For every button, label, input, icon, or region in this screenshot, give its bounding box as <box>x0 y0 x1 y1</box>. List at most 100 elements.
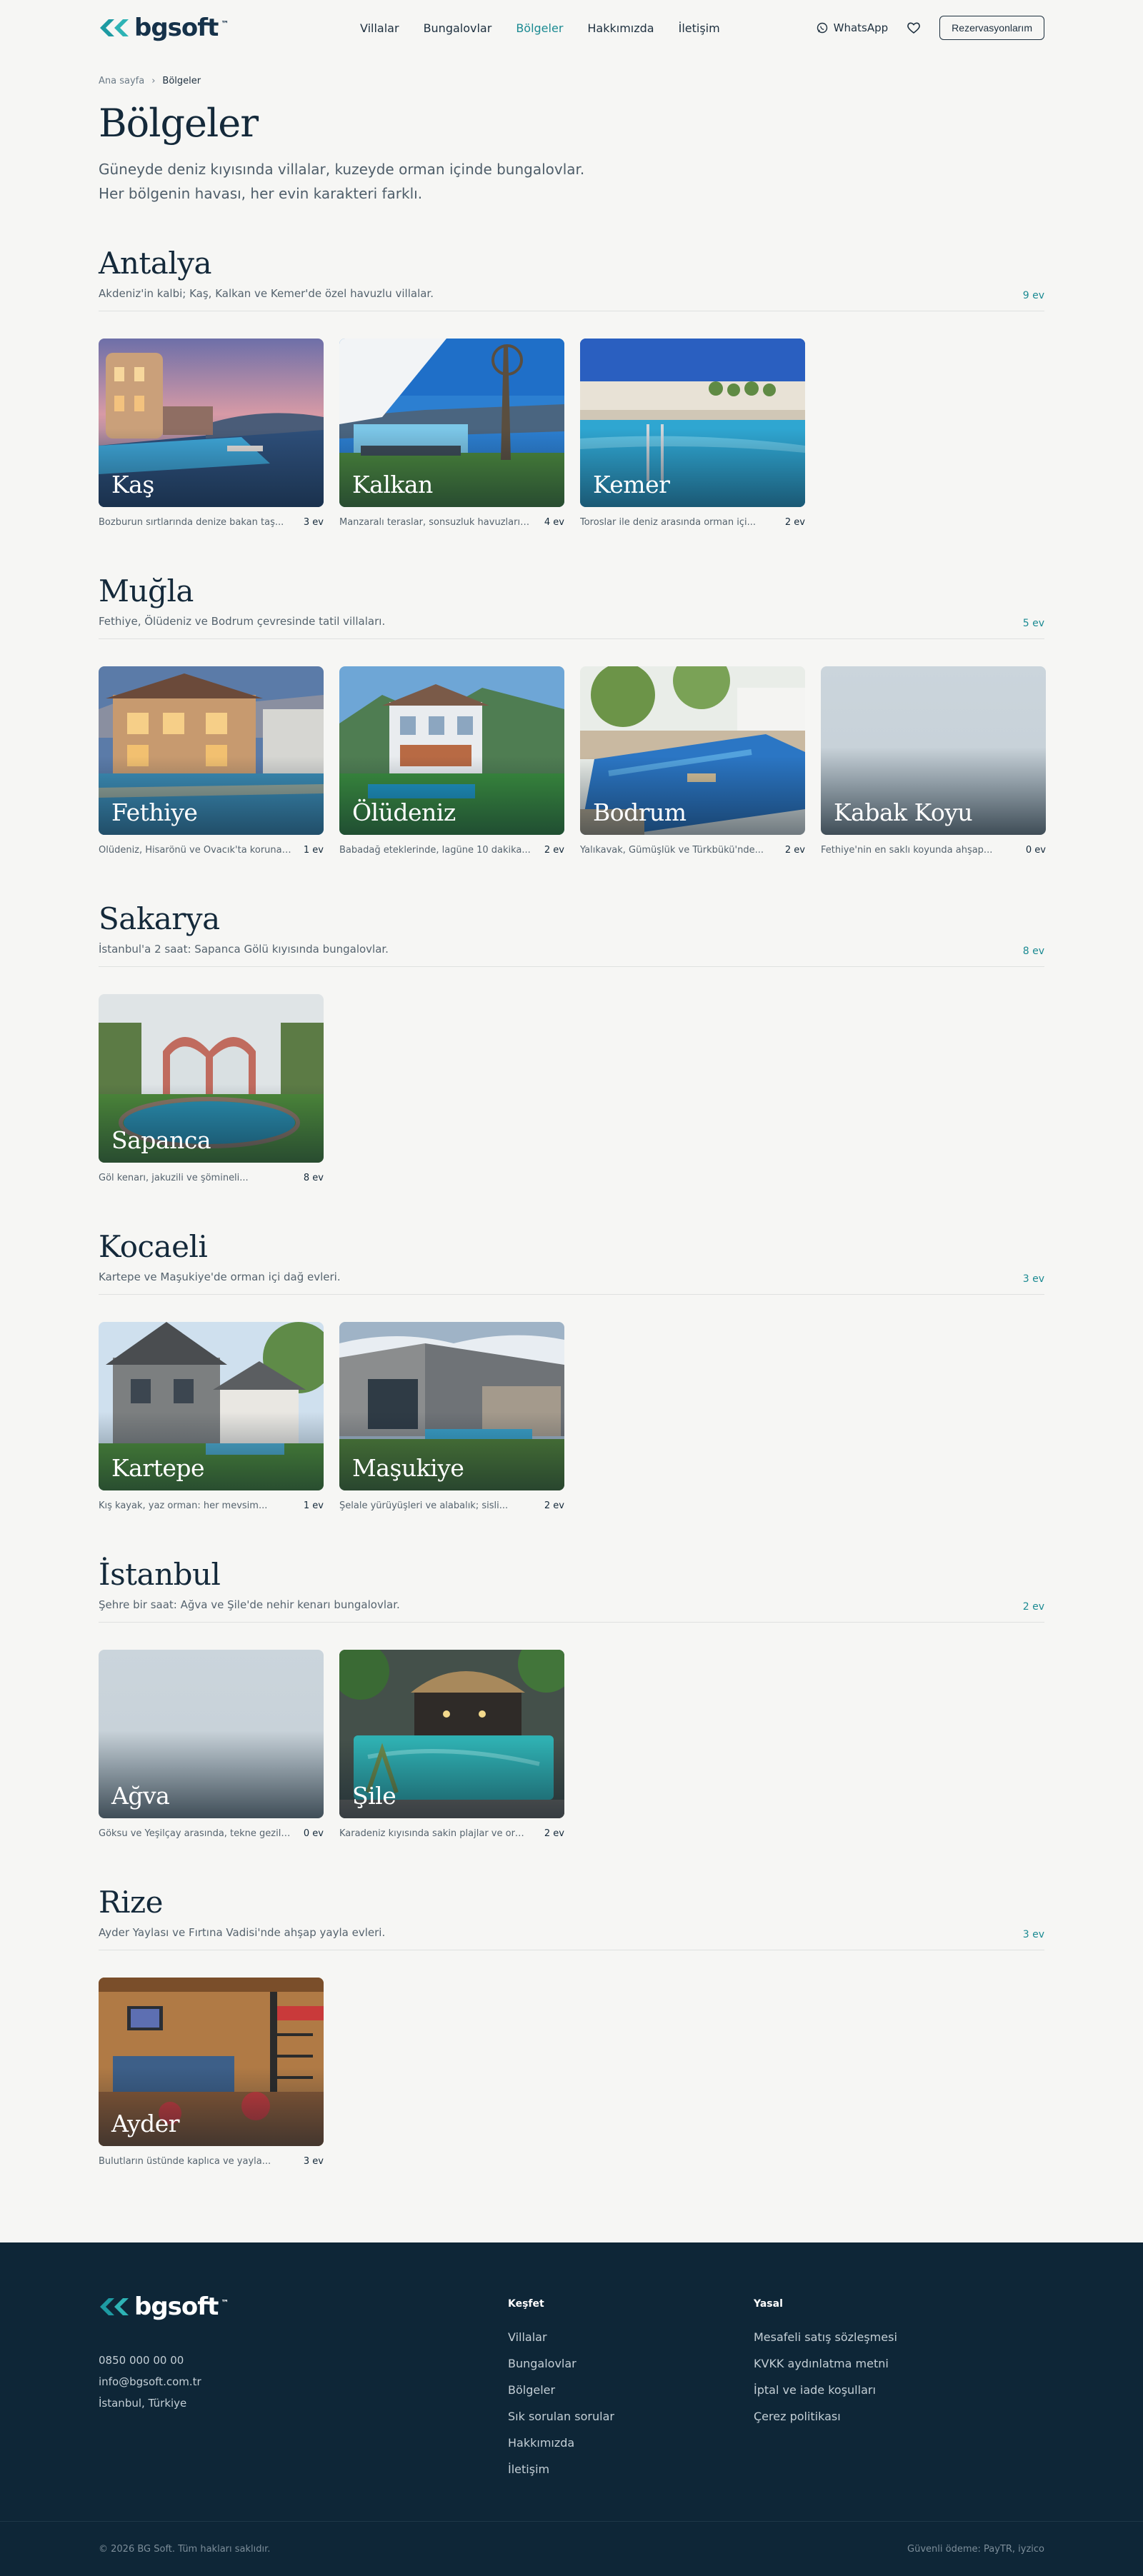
region-count-link[interactable]: 3 ev <box>1023 1273 1044 1285</box>
place-name: Maşukiye <box>352 1454 464 1482</box>
place-card-fethiye[interactable]: Fethiye Ölüdeniz, Hisarönü ve Ovacık'ta … <box>99 666 324 856</box>
place-card-bodrum[interactable]: Bodrum Yalıkavak, Gümüşlük ve Türkbükü'n… <box>580 666 805 856</box>
breadcrumb: Ana sayfa › Bölgeler <box>99 76 1044 86</box>
place-card-sile[interactable]: Şile Karadeniz kıyısında sakin plajlar v… <box>339 1650 564 1839</box>
place-blurb: Göksu ve Yeşilçay arasında, tekne gezili… <box>99 1828 291 1839</box>
region-count-link[interactable]: 3 ev <box>1023 1929 1044 1940</box>
place-blurb: Kış kayak, yaz orman: her mevsim... <box>99 1500 268 1511</box>
place-count: 2 ev <box>544 1828 564 1839</box>
place-image: Fethiye <box>99 666 324 835</box>
region-count-link[interactable]: 9 ev <box>1023 290 1044 301</box>
footer-link-faq[interactable]: Sık sorulan sorular <box>508 2403 614 2430</box>
place-name: Kartepe <box>111 1454 205 1482</box>
footer-link-kvkk[interactable]: KVKK aydınlatma metni <box>754 2350 897 2377</box>
brand-mark-icon <box>100 19 129 36</box>
place-count: 3 ev <box>303 2156 324 2167</box>
place-image: Sapanca <box>99 994 324 1163</box>
whatsapp-link[interactable]: WhatsApp <box>817 21 889 34</box>
footer-phone[interactable]: 0850 000 00 00 <box>99 2350 201 2371</box>
nav-about[interactable]: Hakkımızda <box>587 21 654 35</box>
region-count-link[interactable]: 8 ev <box>1023 946 1044 957</box>
place-image: Ayder <box>99 1978 324 2146</box>
footer-payment: Güvenli ödeme: PayTR, iyzico <box>907 2543 1044 2555</box>
region-description: İstanbul'a 2 saat: Sapanca Gölü kıyısınd… <box>99 943 389 956</box>
brand-logo[interactable]: bgsoft ™ <box>99 14 229 42</box>
footer-brand-logo[interactable]: bgsoft ™ <box>99 2292 229 2321</box>
page-intro: Güneyde deniz kıyısında villalar, kuzeyd… <box>99 161 585 202</box>
favorites-button[interactable] <box>907 21 921 34</box>
region-count-link[interactable]: 2 ev <box>1023 1601 1044 1613</box>
place-card-masukiye[interactable]: Maşukiye Şelale yürüyüşleri ve alabalık;… <box>339 1322 564 1511</box>
footer-city: İstanbul, Türkiye <box>99 2397 187 2410</box>
footer-link-distance-sales[interactable]: Mesafeli satış sözleşmesi <box>754 2324 897 2350</box>
place-card-ayder[interactable]: Ayder Bulutların üstünde kaplıca ve yayl… <box>99 1978 324 2167</box>
whatsapp-label: WhatsApp <box>833 21 889 34</box>
footer-link-regions[interactable]: Bölgeler <box>508 2377 614 2403</box>
footer-link-villas[interactable]: Villalar <box>508 2324 614 2350</box>
place-count: 2 ev <box>544 845 564 856</box>
place-blurb: Şelale yürüyüşleri ve alabalık; sisli... <box>339 1500 509 1511</box>
place-card-agva[interactable]: Ağva Göksu ve Yeşilçay arasında, tekne g… <box>99 1650 324 1839</box>
region-title: İstanbul <box>99 1557 221 1592</box>
place-image: Kalkan <box>339 339 564 507</box>
reservations-button[interactable]: Rezervasyonlarım <box>939 16 1044 40</box>
breadcrumb-current: Bölgeler <box>162 76 201 86</box>
footer-legal-title: Yasal <box>754 2298 783 2310</box>
nav-villas[interactable]: Villalar <box>360 21 399 35</box>
place-card-sapanca[interactable]: Sapanca Göl kenarı, jakuzili ve şömineli… <box>99 994 324 1183</box>
region-kocaeli: Kocaeli Kartepe ve Maşukiye'de orman içi… <box>99 1229 1044 1511</box>
footer-link-cancellation[interactable]: İptal ve iade koşulları <box>754 2377 897 2403</box>
footer-link-contact[interactable]: İletişim <box>508 2456 614 2482</box>
breadcrumb-home[interactable]: Ana sayfa <box>99 76 144 86</box>
nav-contact[interactable]: İletişim <box>679 21 720 35</box>
footer-link-bungalows[interactable]: Bungalovlar <box>508 2350 614 2377</box>
nav-bungalows[interactable]: Bungalovlar <box>424 21 492 35</box>
place-card-kemer[interactable]: Kemer Toroslar ile deniz arasında orman … <box>580 339 805 528</box>
footer-contact: 0850 000 00 00 info@bgsoft.com.tr İstanb… <box>99 2350 201 2414</box>
footer-link-cookies[interactable]: Çerez politikası <box>754 2403 897 2430</box>
place-blurb: Fethiye'nin en saklı koyunda ahşap... <box>821 845 993 856</box>
place-count: 8 ev <box>303 1173 324 1183</box>
region-description: Ayder Yaylası ve Fırtına Vadisi'nde ahşa… <box>99 1926 386 1939</box>
place-blurb: Ölüdeniz, Hisarönü ve Ovacık'ta korunakl… <box>99 845 291 856</box>
region-description: Kartepe ve Maşukiye'de orman içi dağ evl… <box>99 1271 341 1283</box>
place-card-oludeniz[interactable]: Ölüdeniz Babadağ eteklerinde, lagüne 10 … <box>339 666 564 856</box>
region-description: Fethiye, Ölüdeniz ve Bodrum çevresinde t… <box>99 615 386 628</box>
place-count: 0 ev <box>1025 845 1046 856</box>
region-description: Akdeniz'in kalbi; Kaş, Kalkan ve Kemer'd… <box>99 287 434 300</box>
place-blurb: Bulutların üstünde kaplıca ve yayla... <box>99 2156 271 2167</box>
place-count: 0 ev <box>303 1828 324 1839</box>
place-image: Kaş <box>99 339 324 507</box>
place-blurb: Bozburun sırtlarında denize bakan taş... <box>99 517 284 528</box>
place-card-kas[interactable]: Kaş Bozburun sırtlarında denize bakan ta… <box>99 339 324 528</box>
place-count: 4 ev <box>544 517 564 528</box>
region-count-link[interactable]: 5 ev <box>1023 618 1044 629</box>
footer-link-about[interactable]: Hakkımızda <box>508 2430 614 2456</box>
place-card-kalkan[interactable]: Kalkan Manzaralı teraslar, sonsuzluk hav… <box>339 339 564 528</box>
place-card-kabak-koyu[interactable]: Kabak Koyu Fethiye'nin en saklı koyunda … <box>821 666 1046 856</box>
place-blurb: Babadağ eteklerinde, lagüne 10 dakika... <box>339 845 531 856</box>
footer-email[interactable]: info@bgsoft.com.tr <box>99 2371 201 2392</box>
place-blurb: Yalıkavak, Gümüşlük ve Türkbükü'nde... <box>580 845 764 856</box>
place-count: 2 ev <box>544 1500 564 1511</box>
place-count: 1 ev <box>303 845 324 856</box>
site-footer: bgsoft ™ 0850 000 00 00 info@bgsoft.com.… <box>0 2242 1143 2576</box>
place-name: Sapanca <box>111 1126 211 1154</box>
region-istanbul: İstanbul Şehre bir saat: Ağva ve Şile'de… <box>99 1557 1044 1839</box>
place-count: 2 ev <box>784 517 805 528</box>
footer-explore-title: Keşfet <box>508 2298 544 2310</box>
place-image: Bodrum <box>580 666 805 835</box>
place-count: 1 ev <box>303 1500 324 1511</box>
nav-regions[interactable]: Bölgeler <box>516 21 563 35</box>
place-image: Kartepe <box>99 1322 324 1490</box>
heart-icon <box>907 22 921 34</box>
brand-mark-icon <box>100 2298 129 2315</box>
place-name: Kaş <box>111 471 154 498</box>
footer-explore: Keşfet Villalar Bungalovlar Bölgeler Sık… <box>508 2298 614 2482</box>
place-card-kartepe[interactable]: Kartepe Kış kayak, yaz orman: her mevsim… <box>99 1322 324 1511</box>
place-name: Ayder <box>111 2110 180 2138</box>
place-name: Fethiye <box>111 798 198 826</box>
place-image-placeholder: Ağva <box>99 1650 324 1818</box>
place-name: Şile <box>352 1782 396 1810</box>
place-name: Kalkan <box>352 471 433 498</box>
